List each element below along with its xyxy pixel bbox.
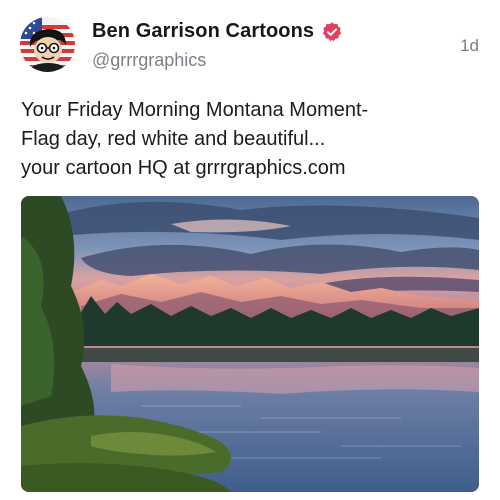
author-name-row: Ben Garrison Cartoons — [92, 20, 343, 43]
post-text-line: your cartoon HQ at grrrgraphics.com — [21, 157, 346, 179]
post-card[interactable]: Ben Garrison Cartoons @grrrgraphics 1d Y… — [0, 0, 500, 500]
author-display-name[interactable]: Ben Garrison Cartoons — [92, 20, 314, 43]
mountain-lake-photo-icon — [21, 196, 479, 492]
post-text-line: Flag day, red white and beautiful... — [21, 128, 326, 150]
post-timestamp[interactable]: 1d — [460, 36, 479, 56]
post-text-line: Your Friday Morning Montana Moment- — [21, 99, 369, 121]
verified-badge-icon — [321, 21, 343, 43]
post-image[interactable] — [21, 196, 479, 492]
post-text: Your Friday Morning Montana Moment- Flag… — [21, 96, 481, 183]
avatar[interactable] — [20, 17, 75, 72]
flag-caricature-avatar-icon — [20, 17, 75, 72]
author-handle[interactable]: @grrrgraphics — [92, 50, 206, 71]
